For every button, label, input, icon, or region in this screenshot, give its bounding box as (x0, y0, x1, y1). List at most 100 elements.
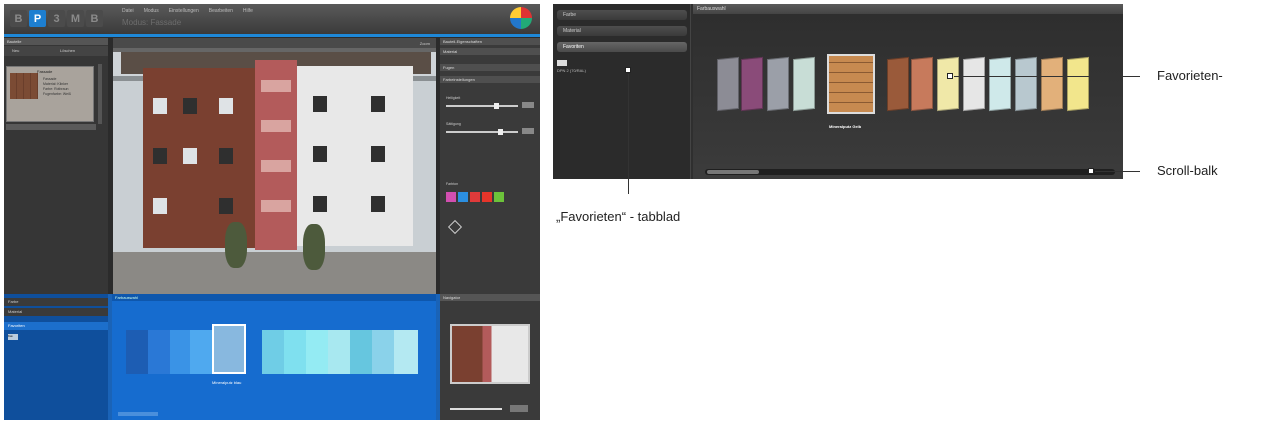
color-chip-row (446, 192, 504, 202)
favorite-swatch[interactable] (1015, 56, 1037, 112)
favorite-swatch[interactable] (1067, 56, 1089, 112)
menu-item[interactable]: Modus (144, 8, 159, 14)
favorites-scrollbar[interactable] (705, 169, 1115, 175)
favorites-category-label: DPN 2 (70/RAL) (557, 68, 586, 73)
favorite-swatch[interactable] (793, 56, 815, 112)
callout-line (954, 76, 1140, 77)
sidebar-scrollbar[interactable] (98, 64, 102, 124)
window (371, 146, 385, 162)
favorite-swatch[interactable] (767, 56, 789, 112)
menu-item[interactable]: Bearbeiten (209, 8, 233, 14)
app-logo: B P 3 M B (10, 10, 103, 27)
menu-item[interactable]: Datei (122, 8, 134, 14)
bottom-panel: Farbe Material Favoriten Kat. Farbauswah… (4, 294, 540, 420)
window (183, 148, 197, 164)
library-tabs: Farbe Material Favoriten Kat. (4, 294, 108, 420)
zoom-value[interactable] (510, 405, 528, 412)
logo-letter: B (10, 10, 27, 27)
logo-letter: M (67, 10, 84, 27)
zoom-slider[interactable] (450, 408, 502, 410)
navigator-thumbnail[interactable] (450, 324, 530, 384)
saturation-slider[interactable] (446, 129, 518, 135)
zoom-label[interactable]: Zoom (420, 41, 430, 46)
tab-farbe[interactable]: Farbe (557, 10, 687, 20)
favorite-swatch[interactable] (989, 56, 1011, 112)
selected-swatch-caption: Mineralputz Gelb (829, 124, 862, 129)
menu-item[interactable]: Hilfe (243, 8, 253, 14)
accent-bar (4, 34, 540, 37)
swatch-card[interactable] (126, 330, 150, 374)
color-chip[interactable] (494, 192, 504, 202)
color-chip[interactable] (446, 192, 456, 202)
favorite-swatch[interactable] (741, 56, 763, 112)
color-selection-panel: Farbauswahl Mineralputz blau (112, 294, 436, 420)
color-label: Farbton (446, 182, 459, 186)
component-card-title: Fassade (37, 69, 53, 74)
favorite-swatch[interactable] (717, 56, 739, 112)
category-chip[interactable]: Kat. (8, 334, 18, 340)
favorite-swatch[interactable] (911, 56, 933, 112)
callout-favorites-item: Favorieten- (1157, 68, 1223, 83)
window (219, 98, 233, 114)
scrollbar-thumb[interactable] (707, 170, 759, 174)
swatch-card[interactable] (148, 330, 172, 374)
brick-facade (143, 68, 261, 248)
courtyard (113, 252, 436, 294)
panel-header[interactable]: Farbeinstellungen (440, 76, 540, 83)
menu-item[interactable]: Einstellungen (169, 8, 199, 14)
panel-header[interactable]: Fugen (440, 64, 540, 71)
properties-panel: Bauteil-Eigenschaften Material Fugen Far… (440, 38, 540, 294)
favorite-swatch[interactable] (963, 56, 985, 112)
window (153, 98, 167, 114)
tab-favoriten[interactable]: Favoriten (557, 42, 687, 52)
slider-label: Sättigung (446, 122, 461, 126)
saturation-value[interactable] (522, 128, 534, 134)
navigator-title: Navigator (440, 294, 540, 301)
swatch-card[interactable] (328, 330, 352, 374)
component-card[interactable]: Fassade Fassade Material: Klinker Farbe:… (6, 66, 94, 122)
swatch-card[interactable] (262, 330, 286, 374)
swatch-card[interactable] (394, 330, 418, 374)
delete-button[interactable]: Löschen (60, 48, 75, 53)
favorite-swatch[interactable] (887, 56, 909, 112)
navigator-panel: Navigator (440, 294, 540, 420)
tab-material[interactable]: Material (557, 26, 687, 36)
tab-material[interactable]: Material (4, 308, 108, 316)
brightness-slider[interactable] (446, 103, 518, 109)
tab-farbe[interactable]: Farbe (4, 298, 108, 306)
swatch-card[interactable] (372, 330, 396, 374)
favorites-category-chip[interactable] (557, 60, 567, 66)
sidebar-button-row[interactable] (6, 124, 96, 130)
favorites-carousel: Mineralputz Gelb (693, 14, 1123, 164)
favorite-swatch[interactable] (937, 56, 959, 112)
color-chip[interactable] (470, 192, 480, 202)
callout-line (628, 74, 629, 194)
transform-icon[interactable] (447, 219, 463, 235)
swatch-card[interactable] (350, 330, 374, 374)
new-button[interactable]: Neu (12, 48, 19, 53)
swatch-card[interactable] (190, 330, 214, 374)
callout-favorites-tab: „Favorieten“ - tabblad (556, 209, 681, 224)
material-thumbnail (10, 73, 38, 99)
window (371, 196, 385, 212)
shrub (303, 224, 325, 270)
logo-letter: P (29, 10, 46, 27)
panel-header: Bauteil-Eigenschaften (440, 38, 540, 45)
color-selection-title: Farbauswahl (693, 4, 1123, 14)
house-photo[interactable] (113, 52, 436, 294)
panel-header[interactable]: Material (440, 48, 540, 55)
selected-favorite-swatch[interactable] (827, 54, 875, 114)
favorite-swatch[interactable] (1041, 56, 1063, 112)
window (219, 198, 233, 214)
selected-swatch-card[interactable] (212, 324, 246, 374)
swatch-card[interactable] (306, 330, 330, 374)
window (219, 148, 233, 164)
tab-favoriten[interactable]: Favoriten (4, 322, 108, 330)
brightness-value[interactable] (522, 102, 534, 108)
color-chip[interactable] (458, 192, 468, 202)
sidebar-toolbar: Neu Löschen (4, 46, 108, 56)
bottom-scrollbar[interactable] (118, 412, 158, 416)
callout-marker (1088, 168, 1094, 174)
color-chip[interactable] (482, 192, 492, 202)
swatch-card[interactable] (284, 330, 308, 374)
